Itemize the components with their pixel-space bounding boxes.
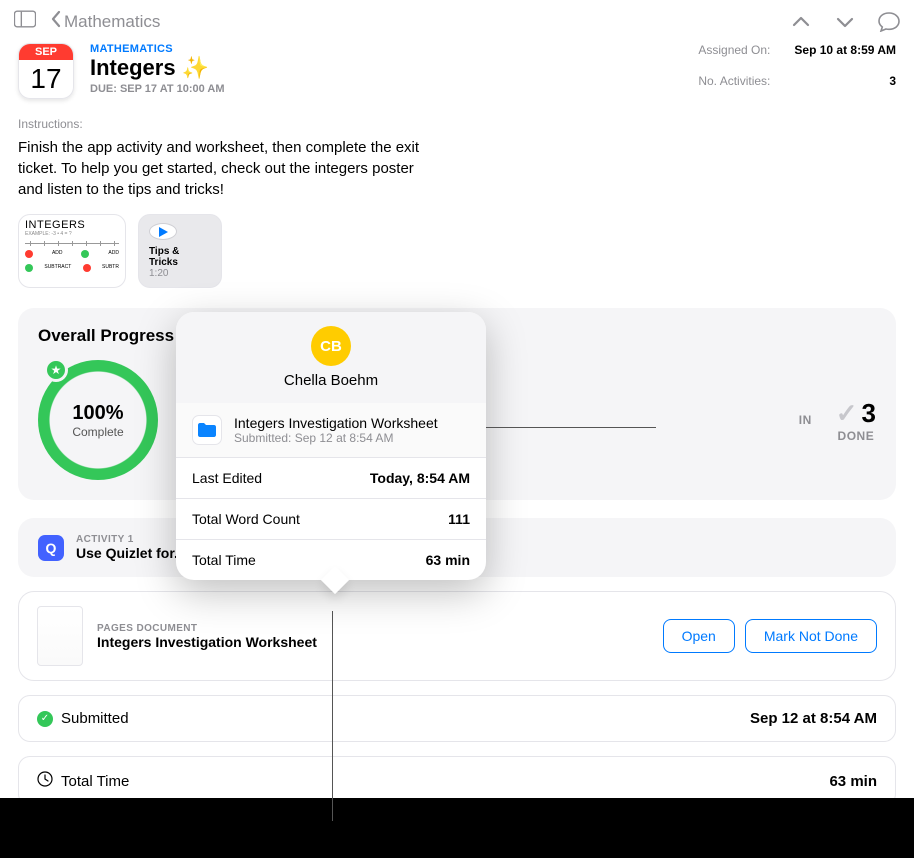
- assigned-on-value: Sep 10 at 8:59 AM: [794, 43, 896, 68]
- progress-percent: 100%: [72, 402, 123, 425]
- toolbar: Mathematics: [0, 0, 914, 37]
- popover-total-time-value: 63 min: [426, 552, 470, 568]
- callout-line-1: [486, 427, 656, 428]
- open-button[interactable]: Open: [663, 619, 735, 653]
- stat-done: ✓3 DONE: [836, 398, 876, 443]
- progress-complete-label: Complete: [72, 425, 123, 439]
- attachment-media[interactable]: Tips & Tricks 1:20: [138, 214, 222, 288]
- star-badge-icon: ★: [44, 358, 68, 382]
- back-button[interactable]: Mathematics: [50, 10, 160, 33]
- student-name: Chella Boehm: [176, 372, 486, 389]
- submitted-check-icon: ✓: [37, 711, 53, 727]
- submitted-value: Sep 12 at 8:54 AM: [750, 710, 877, 727]
- attachment-poster[interactable]: INTEGERS EXAMPLE: -3 • 4 = ? ADDADD SUBT…: [18, 214, 126, 288]
- assignment-header: SEP 17 MATHEMATICS Integers ✨ DUE: SEP 1…: [0, 37, 914, 99]
- back-label: Mathematics: [64, 12, 160, 32]
- assignment-meta: Assigned On: Sep 10 at 8:59 AM No. Activ…: [698, 43, 896, 99]
- chevron-up-icon[interactable]: [790, 11, 812, 33]
- assignment-title: Integers: [90, 55, 176, 81]
- bottom-black-bar: [0, 798, 914, 858]
- stat-in: IN: [799, 413, 812, 427]
- poster-title: INTEGERS: [25, 219, 119, 231]
- subject-label: MATHEMATICS: [90, 43, 682, 55]
- instructions-section: Instructions: Finish the app activity an…: [0, 99, 914, 200]
- play-icon: [149, 223, 177, 240]
- activity-1-tag: ACTIVITY 1: [76, 534, 186, 545]
- media-duration: 1:20: [149, 268, 211, 279]
- callout-line-2: [332, 611, 333, 821]
- submitted-label: Submitted: [61, 710, 129, 727]
- popover-doc-title: Integers Investigation Worksheet: [234, 415, 438, 431]
- chevron-down-icon[interactable]: [834, 11, 856, 33]
- media-title: Tips & Tricks: [149, 246, 211, 268]
- date-month: SEP: [19, 44, 73, 60]
- popover-last-edited-label: Last Edited: [192, 470, 262, 486]
- popover-last-edited-value: Today, 8:54 AM: [370, 470, 470, 486]
- student-detail-popover: CB Chella Boehm Integers Investigation W…: [176, 312, 486, 580]
- quizlet-icon: Q: [38, 535, 64, 561]
- stat-done-label: DONE: [836, 429, 876, 443]
- popover-doc-sub: Submitted: Sep 12 at 8:54 AM: [234, 431, 438, 445]
- check-icon: ✓: [836, 398, 858, 429]
- due-label: DUE: SEP 17 AT 10:00 AM: [90, 83, 682, 95]
- sidebar-toggle-icon[interactable]: [14, 10, 36, 33]
- activities-count-label: No. Activities:: [698, 74, 770, 99]
- popover-total-time-label: Total Time: [192, 552, 256, 568]
- pages-document-card: PAGES DOCUMENT Integers Investigation Wo…: [18, 591, 896, 681]
- document-tag: PAGES DOCUMENT: [97, 623, 649, 634]
- avatar: CB: [311, 326, 351, 366]
- date-tile: SEP 17: [18, 43, 74, 99]
- sparkle-icon: ✨: [182, 55, 209, 81]
- activities-count-value: 3: [794, 74, 896, 99]
- clock-icon: [37, 771, 53, 791]
- date-day: 17: [19, 60, 73, 98]
- activity-1-title: Use Quizlet for...: [76, 545, 186, 561]
- instructions-label: Instructions:: [18, 117, 896, 131]
- totaltime-value: 63 min: [829, 773, 877, 790]
- popover-total-time-row: Total Time 63 min: [176, 540, 486, 580]
- popover-document-row[interactable]: Integers Investigation Worksheet Submitt…: [176, 403, 486, 458]
- popover-word-count-value: 111: [448, 511, 470, 527]
- chat-icon[interactable]: [878, 11, 900, 33]
- chevron-left-icon: [50, 10, 62, 33]
- folder-icon: [192, 415, 222, 445]
- popover-word-count-label: Total Word Count: [192, 511, 300, 527]
- submitted-row: ✓ Submitted Sep 12 at 8:54 AM: [18, 695, 896, 742]
- mark-not-done-button[interactable]: Mark Not Done: [745, 619, 877, 653]
- assigned-on-label: Assigned On:: [698, 43, 770, 68]
- document-thumbnail[interactable]: [37, 606, 83, 666]
- totaltime-label: Total Time: [61, 773, 129, 790]
- document-title: Integers Investigation Worksheet: [97, 634, 649, 650]
- stat-in-label: IN: [799, 413, 812, 427]
- instructions-text: Finish the app activity and worksheet, t…: [18, 137, 438, 200]
- attachments-row: INTEGERS EXAMPLE: -3 • 4 = ? ADDADD SUBT…: [0, 200, 914, 308]
- stat-done-value: 3: [862, 398, 876, 429]
- popover-last-edited-row: Last Edited Today, 8:54 AM: [176, 458, 486, 499]
- popover-word-count-row: Total Word Count 111: [176, 499, 486, 540]
